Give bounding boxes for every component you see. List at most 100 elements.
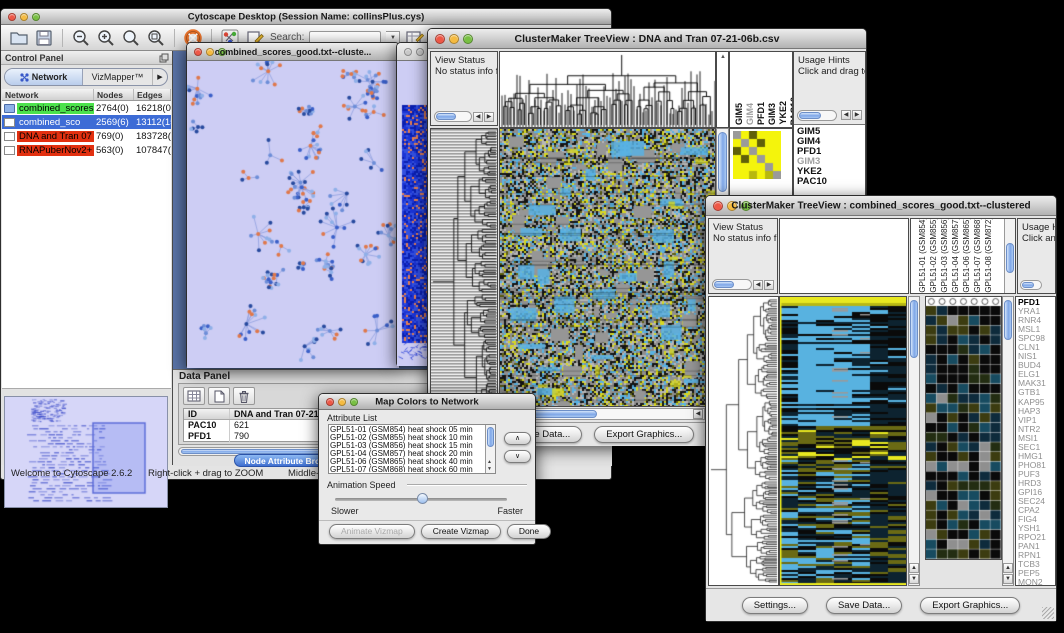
vscroll-thumb[interactable] (718, 132, 727, 192)
vscroll-thumb[interactable] (1004, 300, 1012, 340)
vscroll-thumb[interactable] (487, 427, 494, 447)
open-icon[interactable] (9, 28, 29, 48)
tab-network[interactable]: Network (5, 69, 83, 85)
column-header-id[interactable]: ID (184, 409, 230, 419)
slider-thumb[interactable] (417, 493, 428, 504)
zoom-selected-icon[interactable] (121, 28, 141, 48)
scroll-up-icon[interactable]: ▲ (1003, 563, 1013, 573)
scroll-left-icon[interactable]: ◀ (473, 112, 483, 122)
zoom-in-icon[interactable] (96, 28, 116, 48)
view-status-hscrollbar[interactable] (712, 279, 752, 290)
row-dendrogram-pane[interactable] (708, 296, 779, 586)
column-label[interactable]: GPL51-03 (GSM856) (939, 219, 950, 293)
network-overview-panel[interactable] (4, 396, 168, 508)
treeview2-action-button[interactable]: Settings... (742, 597, 808, 614)
treeview2-title-bar[interactable]: ClusterMaker TreeView : combined_scores_… (706, 196, 1056, 216)
column-label[interactable]: GPL51-01 (GSM854) (917, 219, 928, 293)
close-icon[interactable] (404, 48, 412, 56)
usage-hints-hscrollbar[interactable] (797, 110, 837, 121)
column-label[interactable]: GPL51-06 (GSM865) (961, 219, 972, 293)
vscroll-thumb[interactable] (910, 300, 918, 358)
hscroll-thumb[interactable] (799, 112, 821, 119)
zoom-vscrollbar[interactable]: ▲ ▼ (1002, 296, 1014, 586)
move-down-button[interactable]: ∨ (504, 450, 531, 463)
scroll-right-icon[interactable]: ▶ (852, 110, 862, 120)
network-row[interactable]: combined_sco 2569(6) 13112(15) (2, 115, 171, 129)
treeview1-title-bar[interactable]: ClusterMaker TreeView : DNA and Tran 07-… (428, 29, 866, 49)
row-dendrogram-canvas[interactable] (709, 297, 778, 585)
treeview1-action-button[interactable]: Export Graphics... (594, 426, 694, 443)
scroll-up-icon[interactable]: ▲ (909, 563, 919, 573)
network-view-title-bar[interactable]: combined_scores_good.txt--cluste... (187, 43, 399, 61)
resize-grip[interactable] (1042, 607, 1054, 619)
column-dendrogram-pane[interactable] (499, 51, 716, 128)
scroll-down-icon[interactable]: ▼ (909, 574, 919, 584)
scroll-right-icon[interactable]: ▶ (484, 112, 494, 122)
heatmap-canvas[interactable] (780, 297, 906, 585)
save-icon[interactable] (34, 28, 54, 48)
vscroll-thumb[interactable] (1006, 243, 1014, 273)
column-label[interactable]: GPL51-04 (GSM857) (950, 219, 961, 293)
zoom-matrix-canvas[interactable] (733, 131, 781, 179)
hscroll-thumb[interactable] (714, 281, 734, 288)
zoom-out-icon[interactable] (71, 28, 91, 48)
treeview2-action-button[interactable]: Save Data... (826, 597, 902, 614)
attribute-item[interactable]: GPL51-07 (GSM868) heat shock 60 min (330, 466, 485, 472)
column-label[interactable]: GPL51-08 (GSM872) (983, 219, 994, 293)
attribute-select-button[interactable] (183, 387, 205, 405)
hscroll-thumb[interactable] (1022, 282, 1034, 288)
hscroll-thumb[interactable] (436, 113, 456, 120)
row-label[interactable]: PAC10 (794, 177, 865, 187)
scroll-left-icon[interactable]: ◀ (753, 280, 763, 290)
column-labels-vscrollbar[interactable] (1004, 219, 1015, 293)
column-header-nodes[interactable]: Nodes (94, 89, 134, 100)
gene-label[interactable]: MON2 (1016, 578, 1055, 586)
network-graph-canvas[interactable] (187, 61, 399, 368)
usage-hints-hscrollbar[interactable] (1020, 280, 1042, 290)
minimize-icon[interactable] (416, 48, 424, 56)
column-label[interactable]: GPL51-07 (GSM868) (972, 219, 983, 293)
new-attribute-button[interactable] (208, 387, 230, 405)
heatmap-pane[interactable] (779, 296, 907, 586)
heatmap-pane[interactable] (499, 128, 716, 407)
scroll-left-icon[interactable]: ◀ (841, 110, 851, 120)
heatmap-vscrollbar[interactable]: ▲ ▼ (908, 296, 920, 586)
column-label[interactable]: GPL51-02 (GSM855) (928, 219, 939, 293)
column-header-network[interactable]: Network (2, 89, 94, 100)
scroll-down-icon[interactable]: ▼ (1003, 574, 1013, 584)
row-dendrogram-pane[interactable] (430, 128, 498, 419)
column-label[interactable]: YKE2 (778, 101, 788, 125)
move-up-button[interactable]: ∧ (504, 432, 531, 445)
scroll-right-icon[interactable]: ▶ (764, 280, 774, 290)
zoom-heatmap-pane[interactable] (925, 296, 1002, 560)
network-row[interactable]: DNA and Tran 07 769(0) 183728(0) (2, 129, 171, 143)
tab-vizmapper[interactable]: VizMapper™ (83, 69, 153, 85)
column-dendrogram-canvas[interactable] (500, 52, 715, 127)
row-dendrogram-canvas[interactable] (431, 129, 497, 418)
dialog-button[interactable]: Animate Vizmap (329, 524, 415, 539)
scroll-up-icon[interactable]: ▲ (487, 459, 492, 465)
view-status-hscrollbar[interactable] (434, 111, 472, 122)
dialog-button[interactable]: Done (507, 524, 551, 539)
zoom-fit-icon[interactable] (146, 28, 166, 48)
float-panel-icon[interactable] (159, 53, 169, 63)
network-row[interactable]: RNAPuberNov2+ 563(0) 107847(0) (2, 143, 171, 157)
treeview2-action-button[interactable]: Export Graphics... (920, 597, 1020, 614)
column-label[interactable]: GIM5 (734, 103, 744, 125)
column-label[interactable]: PFD1 (756, 102, 766, 125)
column-label[interactable]: GIM4 (745, 103, 755, 125)
delete-attribute-button[interactable] (233, 387, 255, 405)
network-row[interactable]: combined_scores 2764(0) 16218(0) (2, 101, 171, 115)
column-header-edges[interactable]: Edges (134, 89, 171, 100)
attribute-listbox[interactable]: GPL51-01 (GSM854) heat shock 05 minGPL51… (328, 424, 496, 474)
listbox-vscrollbar[interactable]: ▲ ▼ (485, 425, 495, 473)
dialog-button[interactable]: Create Vizmap (421, 524, 501, 539)
scroll-down-icon[interactable]: ▼ (487, 466, 492, 472)
main-title-bar[interactable]: Cytoscape Desktop (Session Name: collins… (1, 9, 611, 25)
heatmap-canvas[interactable] (500, 129, 715, 406)
tab-overflow-button[interactable]: ▶ (153, 69, 167, 85)
zoom-heatmap-canvas[interactable] (926, 297, 1001, 559)
column-label[interactable]: GIM3 (767, 103, 777, 125)
dialog-title-bar[interactable]: Map Colors to Network (319, 394, 535, 410)
scroll-left-icon[interactable]: ◀ (693, 409, 703, 419)
